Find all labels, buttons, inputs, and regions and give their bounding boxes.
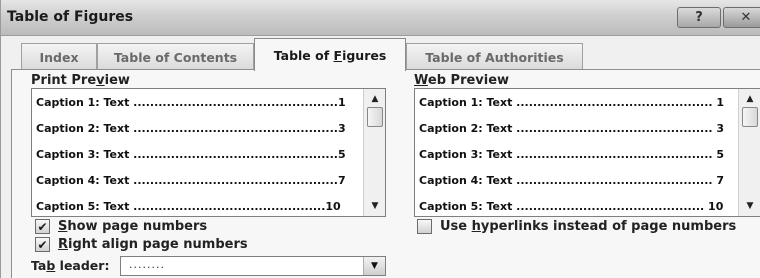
web-preview-label: Web Preview (414, 73, 510, 88)
tab-leader-value: ........ (129, 258, 165, 271)
help-icon: ? (695, 10, 703, 25)
show-page-numbers-label: Show page numbers (58, 219, 208, 234)
title-bar: Table of Figures ? ✕ (1, 0, 760, 36)
tab-table-of-contents[interactable]: Table of Contents (97, 43, 254, 70)
chevron-down-icon[interactable]: ▼ (363, 257, 385, 275)
scroll-down-icon[interactable]: ▼ (739, 198, 760, 214)
right-align-checkbox[interactable]: ✔ (35, 237, 50, 252)
list-item: Caption 4: Text ........................… (419, 173, 725, 187)
list-item: Caption 5: Text ........................… (36, 199, 341, 213)
close-icon: ✕ (740, 10, 752, 25)
close-button[interactable]: ✕ (723, 7, 760, 28)
help-button[interactable]: ? (677, 7, 721, 28)
web-preview-box[interactable]: Caption 1: Text ........................… (414, 88, 760, 217)
hyperlinks-checkbox[interactable] (417, 219, 432, 234)
tab-index-label: Index (39, 49, 79, 65)
list-item: Caption 3: Text ........................… (419, 147, 725, 161)
show-page-numbers-option[interactable]: ✔ Show page numbers (35, 219, 207, 234)
scroll-down-icon[interactable]: ▼ (364, 198, 386, 214)
list-item: Caption 1: Text ........................… (36, 95, 346, 109)
tab-table-of-contents-label: Table of Contents (113, 49, 238, 65)
list-item: Caption 2: Text ........................… (36, 121, 346, 135)
tab-index[interactable]: Index (21, 43, 97, 70)
print-preview-list: Caption 1: Text ........................… (32, 89, 346, 219)
print-preview-box[interactable]: Caption 1: Text ........................… (31, 88, 386, 217)
tab-table-of-figures[interactable]: Table of Figures (254, 38, 406, 71)
list-item: Caption 1: Text ........................… (419, 95, 725, 109)
web-preview-scrollbar[interactable]: ▲ ▼ (738, 89, 760, 216)
scroll-up-icon[interactable]: ▲ (739, 91, 760, 107)
scroll-thumb[interactable] (367, 107, 383, 127)
right-align-label: Right align page numbers (58, 237, 248, 252)
tab-leader-select[interactable]: ........ ▼ (120, 256, 386, 276)
list-item: Caption 2: Text ........................… (419, 121, 725, 135)
web-preview-list: Caption 1: Text ........................… (415, 89, 724, 219)
hyperlinks-option[interactable]: Use hyperlinks instead of page numbers (417, 219, 736, 234)
tab-table-of-figures-label: Table of Figures (273, 47, 387, 63)
list-item: Caption 3: Text ........................… (36, 147, 346, 161)
scroll-up-icon[interactable]: ▲ (364, 91, 386, 107)
right-align-option[interactable]: ✔ Right align page numbers (35, 237, 248, 252)
tab-table-of-authorities[interactable]: Table of Authorities (406, 43, 583, 70)
list-item: Caption 5: Text ........................… (419, 199, 724, 213)
tab-strip: Index Table of Contents Table of Figures… (1, 36, 760, 71)
show-page-numbers-checkbox[interactable]: ✔ (35, 219, 50, 234)
hyperlinks-label: Use hyperlinks instead of page numbers (440, 219, 737, 234)
scroll-thumb[interactable] (742, 107, 758, 127)
dialog-title: Table of Figures (7, 9, 134, 25)
print-preview-scrollbar[interactable]: ▲ ▼ (363, 89, 385, 216)
list-item: Caption 4: Text ........................… (36, 173, 346, 187)
print-preview-label: Print Preview (31, 73, 130, 88)
tab-table-of-authorities-label: Table of Authorities (425, 49, 564, 65)
tab-leader-label: Tab leader: (31, 258, 110, 273)
table-of-figures-dialog: Table of Figures ? ✕ Index Table of Cont… (0, 0, 760, 278)
